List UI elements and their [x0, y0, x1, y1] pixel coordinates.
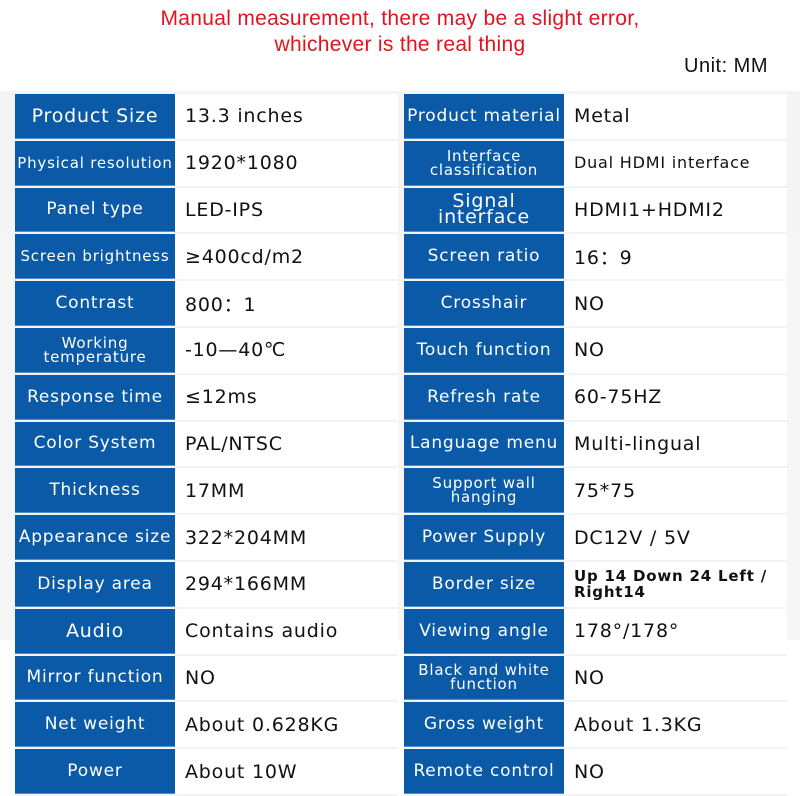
spec-row-crosshair: Crosshair NO — [404, 281, 787, 328]
spec-row-refresh-rate: Refresh rate 60-75HZ — [404, 374, 787, 422]
spec-label: Support wall hanging — [404, 468, 564, 514]
spec-value: LED-IPS — [175, 187, 398, 233]
spec-label: Language menu — [404, 421, 564, 467]
spec-label: Signal interface — [404, 187, 564, 233]
spec-label: Panel type — [15, 187, 175, 233]
spec-row-color-system: Color System PAL/NTSC — [15, 421, 398, 469]
unit-label: Unit: MM — [684, 55, 768, 77]
spec-value: NO — [175, 655, 398, 701]
spec-value: Contains audio — [175, 608, 398, 654]
spec-label: Physical resolution — [15, 140, 175, 186]
spec-value: Dual HDMI interface — [564, 140, 787, 186]
spec-row-black-and-white-function: Black and white function NO — [404, 655, 787, 703]
spec-label: Remote control — [404, 749, 564, 794]
spec-row-border-size: Border size Up 14 Down 24 Left / Right14 — [404, 561, 787, 609]
spec-value: NO — [564, 327, 787, 373]
spec-row-panel-type: Panel type LED-IPS — [15, 187, 398, 235]
spec-value: NO — [564, 281, 787, 326]
spec-row-mirror-function: Mirror function NO — [15, 655, 398, 703]
spec-value: PAL/NTSC — [175, 421, 398, 467]
spec-value: 178°/178° — [564, 608, 787, 654]
spec-value: NO — [564, 655, 787, 701]
spec-label: Black and white function — [404, 655, 564, 701]
spec-value: -10—40℃ — [175, 327, 398, 373]
spec-value: About 10W — [175, 749, 398, 794]
spec-label: Response time — [15, 374, 175, 420]
spec-row-power-supply: Power Supply DC12V / 5V — [404, 515, 787, 562]
spec-value: Multi-lingual — [564, 421, 787, 467]
spec-label: Color System — [15, 421, 175, 467]
spec-row-physical-resolution: Physical resolution 1920*1080 — [15, 140, 398, 188]
spec-row-working-temperature: Working temperature -10—40℃ — [15, 327, 398, 375]
spec-row-product-material: Product material Metal — [404, 94, 787, 141]
spec-label: Crosshair — [404, 281, 564, 326]
spec-label: Screen ratio — [404, 234, 564, 280]
measurement-note: Manual measurement, there may be a sligh… — [0, 6, 800, 58]
spec-label: Mirror function — [15, 655, 175, 701]
spec-row-product-size: Product Size 13.3 inches — [15, 94, 398, 141]
spec-row-contrast: Contrast 800：1 — [15, 281, 398, 328]
spec-label: Contrast — [15, 281, 175, 326]
spec-value: 60-75HZ — [564, 374, 787, 420]
spec-label: Appearance size — [15, 515, 175, 560]
spec-row-audio: Audio Contains audio — [15, 608, 398, 656]
spec-value: HDMI1+HDMI2 — [564, 187, 787, 233]
spec-value: 17MM — [175, 468, 398, 514]
spec-value: 294*166MM — [175, 561, 398, 607]
spec-label: Viewing angle — [404, 608, 564, 654]
spec-row-response-time: Response time ≤12ms — [15, 374, 398, 422]
spec-value: ≤12ms — [175, 374, 398, 420]
spec-row-net-weight: Net weight About 0.628KG — [15, 702, 398, 750]
spec-row-language-menu: Language menu Multi-lingual — [404, 421, 787, 469]
spec-row-interface-classification: Interface classification Dual HDMI interf… — [404, 140, 787, 188]
spec-value: 800：1 — [175, 281, 398, 326]
spec-label: Display area — [15, 561, 175, 607]
spec-value: ≥400cd/m2 — [175, 234, 398, 280]
spec-label: Interface classification — [404, 140, 564, 186]
spec-value: 16：9 — [564, 234, 787, 280]
spec-label: Screen brightness — [15, 234, 175, 280]
spec-row-power: Power About 10W — [15, 749, 398, 796]
spec-value: 1920*1080 — [175, 140, 398, 186]
spec-value: 13.3 inches — [175, 94, 398, 139]
spec-row-screen-brightness: Screen brightness ≥400cd/m2 — [15, 234, 398, 282]
spec-label: Refresh rate — [404, 374, 564, 420]
spec-row-viewing-angle: Viewing angle 178°/178° — [404, 608, 787, 656]
spec-label: Touch function — [404, 327, 564, 373]
spec-label: Power — [15, 749, 175, 794]
spec-value: NO — [564, 749, 787, 794]
spec-label: Product material — [404, 94, 564, 139]
spec-label: Gross weight — [404, 702, 564, 748]
spec-value: Metal — [564, 94, 787, 139]
spec-row-gross-weight: Gross weight About 1.3KG — [404, 702, 787, 750]
spec-row-touch-function: Touch function NO — [404, 327, 787, 375]
spec-value: Up 14 Down 24 Left / Right14 — [564, 561, 787, 607]
spec-value: About 0.628KG — [175, 702, 398, 748]
spec-label: Power Supply — [404, 515, 564, 560]
spec-row-thickness: Thickness 17MM — [15, 468, 398, 516]
spec-row-support-wall-hanging: Support wall hanging 75*75 — [404, 468, 787, 516]
spec-value: About 1.3KG — [564, 702, 787, 748]
spec-row-display-area: Display area 294*166MM — [15, 561, 398, 609]
spec-row-appearance-size: Appearance size 322*204MM — [15, 515, 398, 562]
spec-label: Net weight — [15, 702, 175, 748]
spec-row-signal-interface: Signal interface HDMI1+HDMI2 — [404, 187, 787, 235]
note-line-1: Manual measurement, there may be a sligh… — [160, 7, 640, 30]
spec-row-remote-control: Remote control NO — [404, 749, 787, 796]
spec-row-screen-ratio: Screen ratio 16：9 — [404, 234, 787, 282]
spec-table-right: Product material Metal Interface classific… — [404, 94, 787, 796]
spec-label: Audio — [15, 608, 175, 654]
spec-label: Working temperature — [15, 327, 175, 373]
spec-value: 75*75 — [564, 468, 787, 514]
spec-value: 322*204MM — [175, 515, 398, 560]
spec-label: Thickness — [15, 468, 175, 514]
spec-value: DC12V / 5V — [564, 515, 787, 560]
spec-label: Border size — [404, 561, 564, 607]
spec-label: Product Size — [15, 94, 175, 139]
spec-table-left: Product Size 13.3 inches Physical resoluti… — [15, 94, 398, 796]
note-line-2: whichever is the real thing — [274, 33, 526, 56]
